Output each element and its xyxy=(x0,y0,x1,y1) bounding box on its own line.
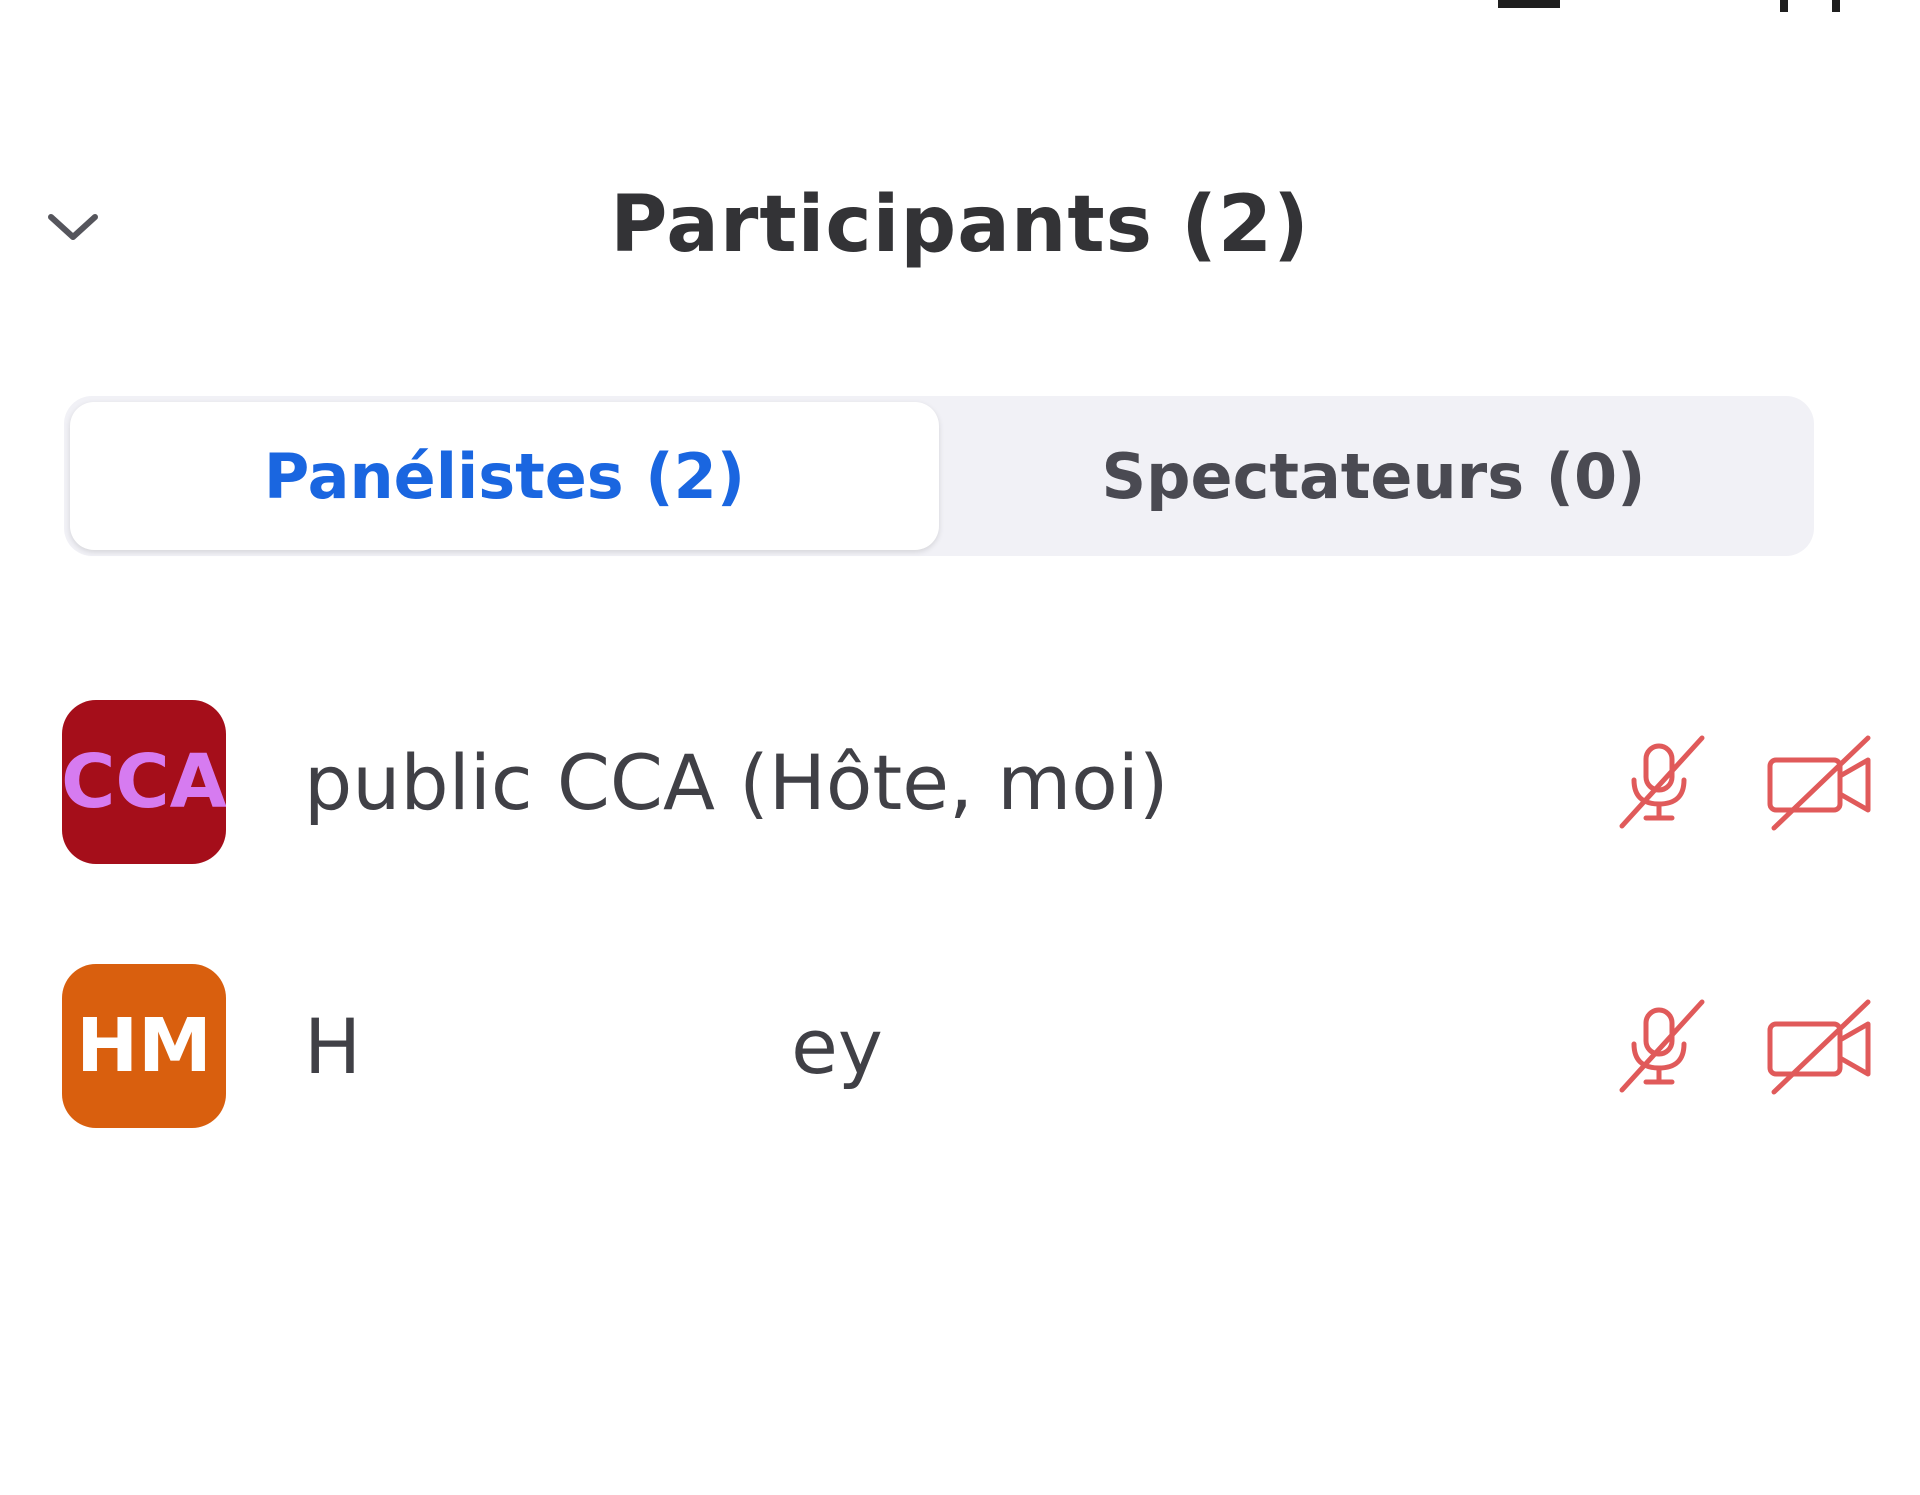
participant-name: Hey xyxy=(304,1002,883,1091)
window-controls xyxy=(1460,0,1920,20)
participants-panel: Participants (2) Panélistes (2) Spectate… xyxy=(0,0,1920,1495)
avatar-initials: CCA xyxy=(62,739,226,825)
avatar: CCA xyxy=(62,700,226,864)
mic-muted-icon xyxy=(1619,735,1705,829)
minimize-icon[interactable] xyxy=(1498,0,1560,8)
avatar-initials: HM xyxy=(76,1003,212,1089)
participant-name-end: ey xyxy=(791,1001,883,1091)
video-toggle-button[interactable] xyxy=(1760,991,1880,1101)
participant-row[interactable]: HM Hey xyxy=(0,914,1920,1178)
pop-out-icon[interactable] xyxy=(1780,0,1840,12)
panel-header: Participants (2) xyxy=(0,170,1920,280)
tab-attendees[interactable]: Spectateurs (0) xyxy=(939,402,1808,550)
participant-name: public CCA (Hôte, moi) xyxy=(304,737,1169,827)
mute-toggle-button[interactable] xyxy=(1605,727,1715,837)
participant-list: CCA public CCA (Hôte, moi) HM H ey xyxy=(0,650,1920,1178)
mic-muted-icon xyxy=(1619,999,1705,1093)
tab-panelists[interactable]: Panélistes (2) xyxy=(70,402,939,550)
mute-toggle-button[interactable] xyxy=(1605,991,1715,1101)
participant-name-start: H xyxy=(304,1001,362,1091)
avatar: HM xyxy=(62,964,226,1128)
video-off-icon xyxy=(1767,735,1871,831)
video-off-icon xyxy=(1767,999,1871,1095)
participant-tabs: Panélistes (2) Spectateurs (0) xyxy=(64,396,1814,556)
panel-title: Participants (2) xyxy=(610,180,1310,270)
video-toggle-button[interactable] xyxy=(1760,727,1880,837)
participant-row[interactable]: CCA public CCA (Hôte, moi) xyxy=(0,650,1920,914)
